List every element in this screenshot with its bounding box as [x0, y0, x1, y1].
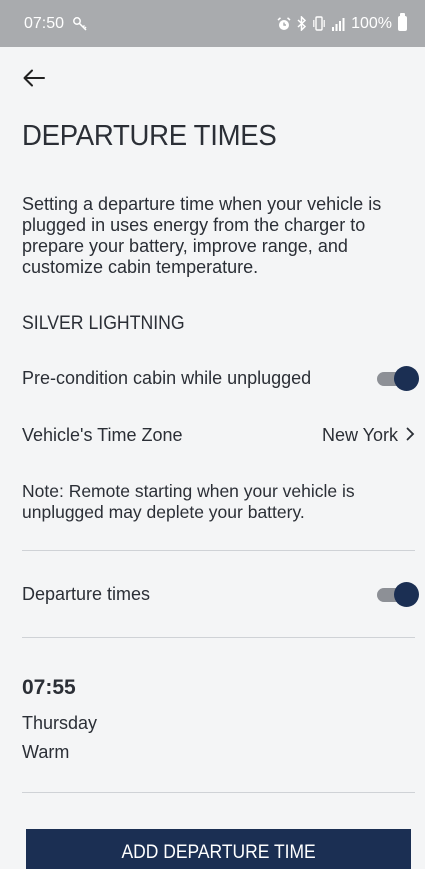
departure-times-toggle[interactable]	[377, 582, 419, 607]
battery-icon	[398, 13, 407, 31]
page-title: DEPARTURE TIMES	[22, 120, 277, 152]
remote-start-note: Note: Remote starting when your vehicle …	[22, 481, 355, 522]
back-button[interactable]	[18, 64, 50, 96]
departure-times-label: Departure times	[22, 583, 151, 604]
departure-time[interactable]: 07:55	[22, 676, 76, 700]
timezone-selector[interactable]: New York	[322, 425, 415, 446]
toggle-knob	[394, 582, 419, 607]
status-bar: 07:50 100%	[0, 0, 425, 47]
divider	[22, 792, 415, 793]
departure-mode: Warm	[22, 742, 70, 762]
add-departure-time-button[interactable]: ADD DEPARTURE TIME	[26, 829, 411, 869]
status-right: 100%	[277, 13, 407, 33]
status-left: 07:50	[24, 15, 88, 33]
toggle-knob	[394, 366, 419, 391]
bluetooth-icon	[297, 16, 307, 31]
divider	[22, 550, 415, 551]
timezone-value: New York	[321, 425, 398, 445]
departure-times-row: Departure times	[22, 582, 419, 607]
precondition-label: Pre-condition cabin while unplugged	[22, 367, 312, 388]
alarm-icon	[277, 16, 291, 31]
signal-icon	[331, 17, 345, 31]
vibrate-icon	[313, 16, 325, 31]
key-icon	[72, 16, 88, 32]
departure-day: Thursday	[22, 713, 98, 733]
arrow-left-icon	[23, 69, 45, 92]
chevron-right-icon	[406, 425, 415, 446]
status-time: 07:50	[24, 14, 65, 32]
timezone-label: Vehicle's Time Zone	[22, 425, 183, 445]
divider	[22, 637, 415, 638]
description-text: Setting a departure time when your vehic…	[22, 194, 382, 277]
vehicle-name: SILVER LIGHTNING	[22, 313, 185, 334]
timezone-row[interactable]: Vehicle's Time Zone New York	[22, 425, 415, 446]
precondition-toggle[interactable]	[377, 366, 419, 391]
battery-percent: 100%	[351, 14, 392, 32]
precondition-row: Pre-condition cabin while unplugged	[22, 366, 419, 391]
add-departure-time-label: ADD DEPARTURE TIME	[121, 842, 316, 863]
